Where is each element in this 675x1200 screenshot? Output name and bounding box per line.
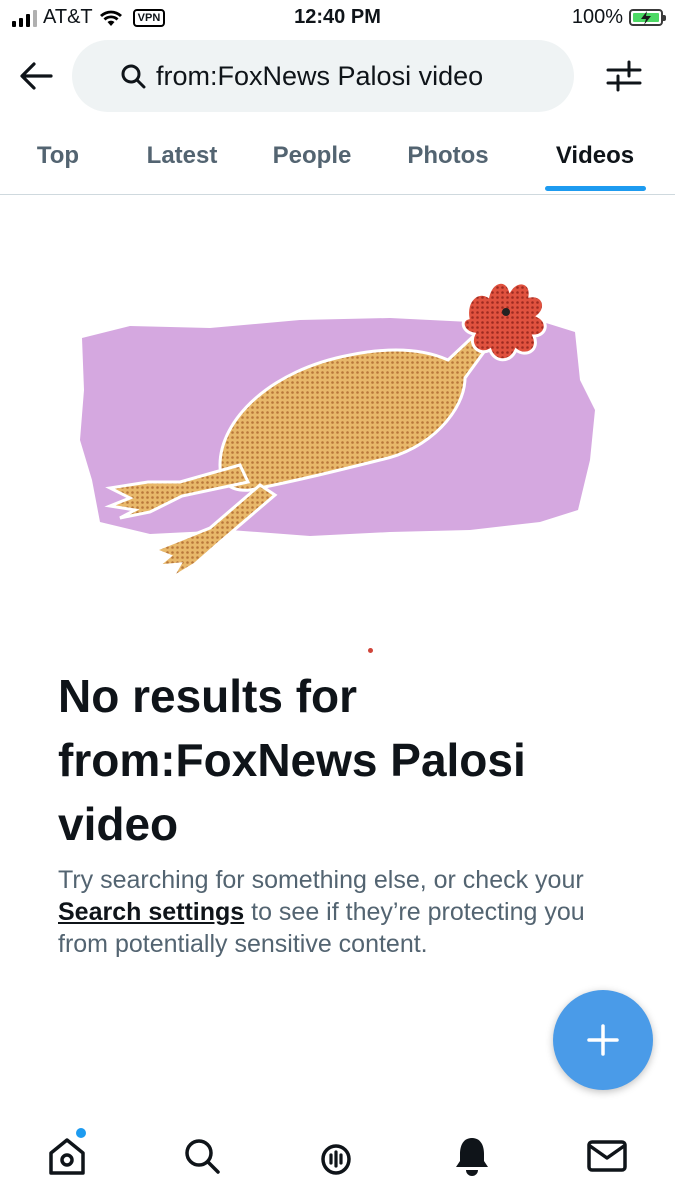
tab-people[interactable]: People xyxy=(258,128,366,194)
search-icon xyxy=(121,64,146,89)
nav-messages[interactable] xyxy=(585,1134,629,1178)
spaces-icon xyxy=(321,1144,351,1175)
nav-search[interactable] xyxy=(180,1134,224,1178)
tab-top[interactable]: Top xyxy=(22,128,94,194)
nav-notifications[interactable] xyxy=(450,1134,494,1178)
no-results-description: Try searching for something else, or che… xyxy=(58,864,598,960)
description-text-start: Try searching for something else, or che… xyxy=(58,866,584,894)
status-bar: AT&T VPN 12:40 PM 100% xyxy=(0,0,675,38)
back-arrow-icon xyxy=(20,62,53,90)
battery-icon xyxy=(629,9,666,26)
nav-spaces[interactable] xyxy=(314,1134,358,1178)
search-filter-button[interactable] xyxy=(602,56,646,96)
battery-percent: 100% xyxy=(571,6,623,28)
bottom-navigation xyxy=(0,1120,675,1200)
search-tabs: Top Latest People Photos Videos xyxy=(0,128,675,195)
tab-latest[interactable]: Latest xyxy=(130,128,234,194)
search-query: from:FoxNews Palosi video xyxy=(156,60,484,91)
search-settings-link[interactable]: Search settings xyxy=(58,898,244,926)
search-input[interactable]: from:FoxNews Palosi video xyxy=(72,40,574,112)
decorative-dot xyxy=(368,648,373,653)
no-results-heading: No results for from:FoxNews Palosi video xyxy=(58,670,526,850)
tab-photos[interactable]: Photos xyxy=(392,128,504,194)
filter-sliders-icon xyxy=(606,60,642,92)
compose-button[interactable] xyxy=(553,990,653,1090)
back-button[interactable] xyxy=(16,56,56,96)
status-right: 100% xyxy=(571,6,666,29)
home-icon xyxy=(49,1138,85,1175)
rubber-chicken-illustration xyxy=(80,280,595,580)
plus-icon xyxy=(587,1024,619,1056)
home-notification-dot xyxy=(76,1128,86,1138)
tab-videos[interactable]: Videos xyxy=(540,128,650,194)
search-icon xyxy=(185,1139,220,1174)
bell-icon xyxy=(456,1138,488,1176)
nav-home[interactable] xyxy=(45,1134,89,1178)
mail-icon xyxy=(587,1140,627,1172)
active-tab-indicator xyxy=(545,186,646,191)
